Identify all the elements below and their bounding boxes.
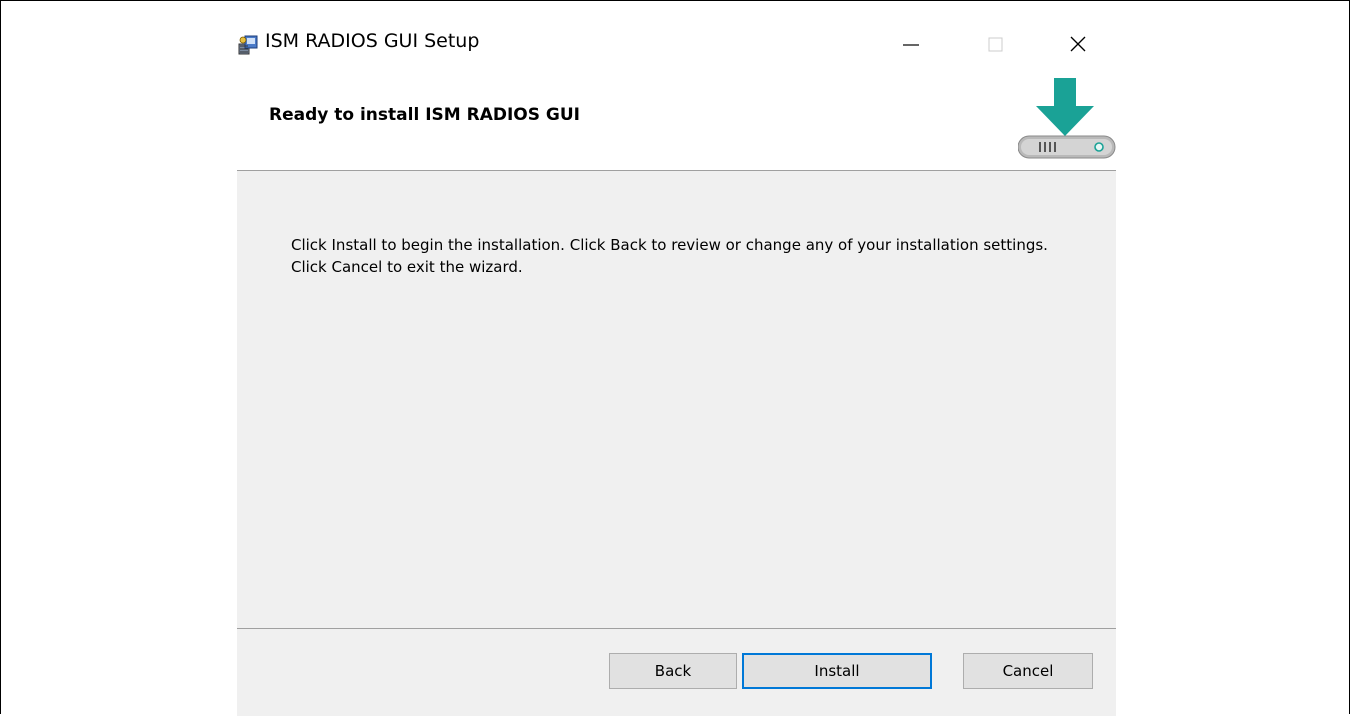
close-icon: [1070, 36, 1086, 52]
installer-icon: [237, 32, 261, 56]
window-title: ISM RADIOS GUI Setup: [265, 30, 480, 52]
install-button[interactable]: Install: [742, 653, 932, 689]
maximize-icon: [988, 37, 1003, 52]
title-bar[interactable]: ISM RADIOS GUI Setup: [237, 17, 1116, 72]
setup-dialog: ISM RADIOS GUI Setup Ready to install IS…: [237, 17, 1116, 716]
minimize-icon: [903, 44, 919, 46]
header-banner: Ready to install ISM RADIOS GUI: [237, 72, 1116, 170]
button-bar: Back Install Cancel: [237, 628, 1116, 716]
page-title: Ready to install ISM RADIOS GUI: [269, 105, 580, 125]
cancel-button[interactable]: Cancel: [963, 653, 1093, 689]
content-area: Click Install to begin the installation.…: [237, 170, 1116, 629]
instruction-text: Click Install to begin the installation.…: [291, 236, 1048, 276]
maximize-button[interactable]: [981, 31, 1011, 59]
minimize-button[interactable]: [896, 31, 926, 59]
close-button[interactable]: [1063, 31, 1093, 59]
drive-download-icon: [1017, 78, 1116, 160]
back-button[interactable]: Back: [609, 653, 737, 689]
